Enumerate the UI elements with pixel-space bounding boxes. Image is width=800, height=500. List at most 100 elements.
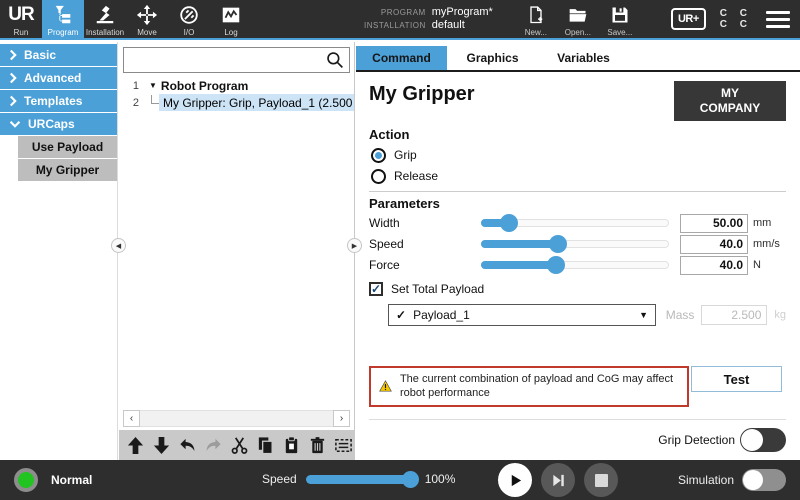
width-slider[interactable] xyxy=(481,214,669,232)
hamburger-menu-icon[interactable] xyxy=(766,10,790,28)
tab-variables[interactable]: Variables xyxy=(538,46,629,70)
simulation-toggle[interactable] xyxy=(742,469,786,491)
installation-info-label: INSTALLATION xyxy=(364,21,426,30)
grip-detection-label: Grip Detection xyxy=(658,432,735,447)
top-header: UR Run Program Installation Move I/O Log… xyxy=(0,0,800,40)
stop-button[interactable] xyxy=(584,463,618,497)
tab-log[interactable]: Log xyxy=(210,0,252,38)
test-button-label: Test xyxy=(723,371,750,387)
step-icon xyxy=(552,474,564,486)
speed-slider-knob[interactable] xyxy=(549,235,568,253)
installation-name: default xyxy=(431,19,465,31)
io-icon xyxy=(178,3,200,27)
cut-button[interactable] xyxy=(230,435,249,455)
delete-button[interactable] xyxy=(308,435,327,455)
force-value-input[interactable]: 40.0 xyxy=(680,255,748,275)
step-button[interactable] xyxy=(541,463,575,497)
tab-graphics-label: Graphics xyxy=(466,51,519,65)
sidebar-item-my-gripper[interactable]: My Gripper xyxy=(18,159,117,181)
tab-graphics[interactable]: Graphics xyxy=(447,46,538,70)
tree-row-selected[interactable]: My Gripper: Grip, Payload_1 (2.500 k xyxy=(159,94,354,111)
speed-slider[interactable] xyxy=(481,235,669,253)
tab-move[interactable]: Move xyxy=(126,0,168,38)
speed-slider-footer[interactable] xyxy=(305,470,419,488)
payload-dropdown-value: Payload_1 xyxy=(413,308,470,322)
tab-command[interactable]: Command xyxy=(356,46,447,70)
open-button[interactable]: Open... xyxy=(559,1,597,37)
speed-row: Speed 40.0 mm/s xyxy=(369,234,786,254)
payload-row: Payload_1 Mass 2.500 kg xyxy=(388,304,786,326)
speed-percent-value: 100% xyxy=(424,472,456,486)
tab-run[interactable]: UR Run xyxy=(0,0,42,38)
tab-io[interactable]: I/O xyxy=(168,0,210,38)
force-unit: N xyxy=(753,259,761,271)
tab-variables-label: Variables xyxy=(557,51,610,65)
sidebar-item-use-payload-label: Use Payload xyxy=(31,140,104,154)
collapse-panel-right-handle[interactable] xyxy=(347,238,362,253)
sidebar-item-use-payload[interactable]: Use Payload xyxy=(18,136,117,158)
redo-button[interactable] xyxy=(204,435,223,455)
tab-installation[interactable]: Installation xyxy=(84,0,126,38)
width-slider-knob[interactable] xyxy=(500,214,519,232)
new-button[interactable]: New... xyxy=(517,1,555,37)
speed-unit: mm/s xyxy=(753,238,780,250)
toggle-knob xyxy=(741,428,763,451)
sidebar-item-basic[interactable]: Basic xyxy=(0,44,117,66)
undo-button[interactable] xyxy=(178,435,197,455)
tab-program[interactable]: Program xyxy=(42,0,84,38)
mass-value-input[interactable]: 2.500 xyxy=(701,305,768,325)
file-buttons: New... Open... Save... xyxy=(517,1,639,37)
robot-status[interactable]: Normal xyxy=(14,468,92,492)
play-button[interactable] xyxy=(498,463,532,497)
urplus-badge[interactable]: UR+ xyxy=(670,8,706,30)
test-button[interactable]: Test xyxy=(691,366,782,392)
chevron-right-icon xyxy=(9,49,17,61)
sidebar-item-urcaps[interactable]: URCaps xyxy=(0,113,117,135)
open-folder-icon xyxy=(568,3,588,27)
speed-control: Speed 100% xyxy=(262,470,456,488)
move-up-button[interactable] xyxy=(126,435,145,455)
set-total-payload-checkbox[interactable] xyxy=(369,282,383,296)
speed-value-input[interactable]: 40.0 xyxy=(680,234,748,254)
robot-arm-icon xyxy=(94,3,116,27)
grip-radio-label: Grip xyxy=(394,148,417,162)
tree-row-my-gripper[interactable]: 2 My Gripper: Grip, Payload_1 (2.500 k xyxy=(119,94,354,111)
payload-dropdown[interactable]: Payload_1 xyxy=(388,304,656,326)
sidebar-item-templates[interactable]: Templates xyxy=(0,90,117,112)
footer-speed-label: Speed xyxy=(262,472,297,486)
speed-slider-knob[interactable] xyxy=(401,470,419,488)
grip-radio[interactable] xyxy=(371,147,386,163)
tab-program-label: Program xyxy=(47,28,79,37)
grip-radio-row[interactable]: Grip xyxy=(371,145,786,165)
expand-toggle-icon[interactable] xyxy=(149,81,157,90)
tree-connector xyxy=(151,94,159,104)
release-radio[interactable] xyxy=(371,168,386,184)
width-value-input[interactable]: 50.00 xyxy=(680,213,748,233)
scroll-left-button[interactable]: ‹ xyxy=(123,410,140,427)
paste-button[interactable] xyxy=(282,435,301,455)
search-icon[interactable] xyxy=(326,51,344,69)
set-total-payload-row[interactable]: Set Total Payload xyxy=(369,280,786,298)
tree-row-robot-program[interactable]: 1 Robot Program xyxy=(119,77,354,94)
grip-detection-toggle[interactable] xyxy=(740,427,786,452)
move-down-button[interactable] xyxy=(152,435,171,455)
force-row: Force 40.0 N xyxy=(369,255,786,275)
release-radio-row[interactable]: Release xyxy=(371,166,786,186)
sidebar-item-advanced[interactable]: Advanced xyxy=(0,67,117,89)
save-button[interactable]: Save... xyxy=(601,1,639,37)
program-tree-icon xyxy=(52,3,74,27)
force-slider[interactable] xyxy=(481,256,669,274)
mass-label: Mass xyxy=(665,308,695,322)
command-panel: Command Graphics Variables My Gripper MY… xyxy=(356,42,800,460)
scroll-right-button[interactable]: › xyxy=(333,410,350,427)
copy-button[interactable] xyxy=(256,435,275,455)
suppress-button[interactable] xyxy=(334,435,353,455)
collapse-panel-left-handle[interactable] xyxy=(111,238,126,253)
program-info: PROGRAM myProgram* INSTALLATION default xyxy=(364,7,493,31)
ur-logo-icon: UR xyxy=(8,4,34,25)
width-row: Width 50.00 mm xyxy=(369,213,786,233)
tree-search-input[interactable] xyxy=(124,53,326,67)
scrollbar-track[interactable] xyxy=(140,410,333,427)
force-slider-knob[interactable] xyxy=(547,256,566,274)
execution-controls xyxy=(498,463,618,497)
